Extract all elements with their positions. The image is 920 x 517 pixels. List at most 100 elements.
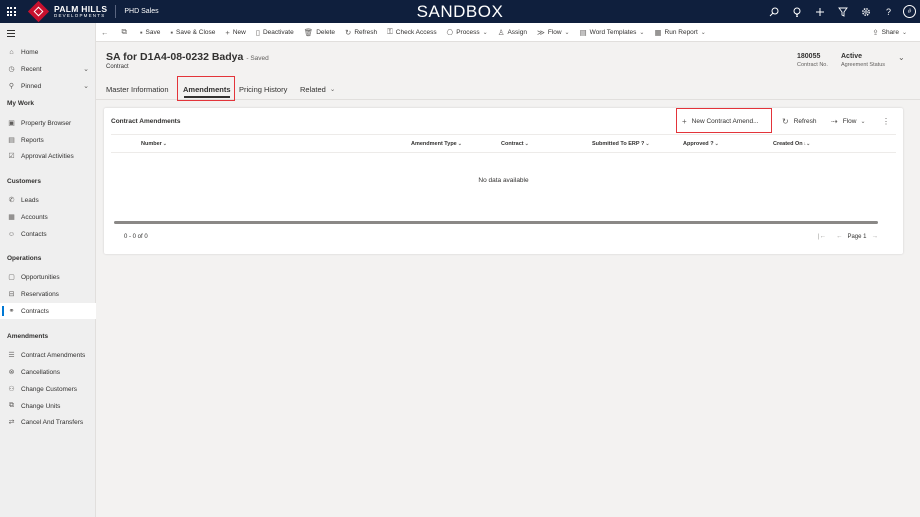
sidebar-item-change-customers[interactable]: ⚇ Change Customers bbox=[0, 381, 96, 397]
sidebar-group-my-work: My Work bbox=[7, 100, 34, 107]
sidebar-item-cancellations[interactable]: ⊗ Cancellations bbox=[0, 364, 96, 380]
brand-logo[interactable]: PALM HILLS DEVELOPMENTS bbox=[27, 0, 107, 23]
chevron-down-icon[interactable]: ⌄ bbox=[83, 82, 89, 90]
first-page-icon[interactable]: |← bbox=[818, 233, 826, 240]
previous-page-icon[interactable]: ← bbox=[836, 233, 843, 240]
more-vertical-icon: ⋮ bbox=[882, 117, 890, 126]
tab-related[interactable]: Related ⌄ bbox=[300, 78, 335, 100]
settings-button[interactable] bbox=[854, 0, 877, 23]
refresh-icon: ↻ bbox=[782, 117, 789, 126]
approval-icon: ☑ bbox=[8, 153, 15, 160]
app-launcher-button[interactable] bbox=[0, 0, 22, 23]
pager: |← ← Page 1 → bbox=[813, 233, 883, 240]
chevron-down-icon[interactable]: ⌄ bbox=[83, 65, 89, 73]
quick-create-button[interactable] bbox=[808, 0, 831, 23]
chevron-down-icon: ⌄ bbox=[860, 119, 866, 125]
save-status: - Saved bbox=[246, 55, 269, 62]
refresh-button[interactable]: ↻ Refresh bbox=[340, 23, 382, 42]
sidebar-item-contracts[interactable]: ⚭ Contracts bbox=[0, 303, 96, 319]
sidebar-item-accounts[interactable]: ▦ Accounts bbox=[0, 209, 96, 225]
tab-master-information[interactable]: Master Information bbox=[106, 78, 169, 100]
advanced-find-button[interactable] bbox=[831, 0, 854, 23]
open-new-window-button[interactable]: ⧉ bbox=[117, 23, 135, 42]
reservation-icon: ⊟ bbox=[8, 291, 15, 298]
assistant-button[interactable] bbox=[785, 0, 808, 23]
new-button[interactable]: + New bbox=[220, 23, 250, 42]
plus-icon: + bbox=[225, 27, 230, 37]
check-access-button[interactable]: ⚿ Check Access bbox=[382, 23, 442, 42]
column-created-on[interactable]: Created On↓⌄ bbox=[773, 141, 810, 147]
next-page-icon[interactable]: → bbox=[872, 233, 879, 240]
browser-icon: ▣ bbox=[8, 120, 15, 127]
share-icon: ⇪ bbox=[872, 28, 879, 37]
record-title: SA for D1A4-08-0232 Badya - Saved bbox=[106, 51, 269, 63]
chevron-down-icon: ⌄ bbox=[901, 30, 907, 36]
amendments-tab-highlight bbox=[177, 76, 235, 101]
document-icon: ▢ bbox=[8, 274, 15, 281]
horizontal-scrollbar[interactable] bbox=[114, 221, 878, 224]
column-amendment-type[interactable]: Amendment Type⌄ bbox=[411, 141, 462, 147]
phone-icon: ✆ bbox=[8, 197, 15, 204]
sidebar-item-contacts[interactable]: ☺ Contacts bbox=[0, 226, 96, 242]
user-avatar[interactable]: # bbox=[903, 5, 916, 18]
back-button[interactable]: ← bbox=[96, 23, 117, 42]
delete-button[interactable]: 🗑 Delete bbox=[299, 23, 340, 42]
assign-button[interactable]: ♙ Assign bbox=[493, 23, 532, 42]
command-bar: ← ⧉ ▪ Save ▪ Save & Close + New ▯ Deactivate… bbox=[96, 23, 920, 42]
sidebar-item-opportunities[interactable]: ▢ Opportunities bbox=[0, 269, 96, 285]
deactivate-button[interactable]: ▯ Deactivate bbox=[251, 23, 299, 42]
brand-diamond-icon bbox=[27, 0, 50, 23]
column-submitted-to-erp[interactable]: Submitted To ERP ?⌄ bbox=[592, 141, 650, 147]
record-entity: Contract bbox=[106, 64, 129, 70]
column-number[interactable]: Number⌄ bbox=[141, 141, 167, 147]
chevron-down-icon: ⌄ bbox=[162, 141, 167, 147]
header-field-agreement-status: Active Agreement Status bbox=[841, 53, 886, 68]
clock-icon: ◷ bbox=[8, 66, 15, 73]
subgrid-refresh-button[interactable]: ↻ Refresh bbox=[782, 115, 816, 128]
sidebar-item-pinned[interactable]: ⚲ Pinned ⌄ bbox=[0, 78, 96, 94]
sort-descending-icon: ↓⌄ bbox=[803, 141, 811, 147]
header-expand-chevron-icon[interactable]: ⌄ bbox=[898, 53, 905, 62]
sidebar-item-contract-amendments[interactable]: ☰ Contract Amendments bbox=[0, 347, 96, 363]
share-button[interactable]: ⇪ Share ⌄ bbox=[867, 23, 912, 42]
refresh-icon: ↻ bbox=[345, 27, 352, 37]
trash-icon: 🗑 bbox=[303, 27, 314, 37]
subgrid-flow-button[interactable]: ⇢ Flow ⌄ bbox=[831, 115, 865, 128]
save-close-button[interactable]: ▪ Save & Close bbox=[165, 23, 220, 42]
sidebar-item-change-units[interactable]: ⧉ Change Units bbox=[0, 398, 96, 414]
hamburger-icon[interactable] bbox=[7, 30, 15, 39]
contact-icon: ☺ bbox=[7, 230, 16, 238]
search-button[interactable] bbox=[762, 0, 785, 23]
sidebar-item-recent[interactable]: ◷ Recent ⌄ bbox=[0, 61, 96, 77]
sidebar-item-leads[interactable]: ✆ Leads bbox=[0, 192, 96, 208]
chevron-down-icon: ⌄ bbox=[457, 141, 462, 147]
sidebar-item-cancel-and-transfers[interactable]: ⇄ Cancel And Transfers bbox=[0, 414, 96, 430]
sidebar-item-home[interactable]: ⌂ Home bbox=[0, 44, 96, 60]
sidebar-item-property-browser[interactable]: ▣ Property Browser bbox=[0, 115, 96, 131]
sidebar-group-amendments: Amendments bbox=[7, 333, 49, 340]
save-button[interactable]: ▪ Save bbox=[135, 23, 166, 42]
process-button[interactable]: ⎔ Process ⌄ bbox=[442, 23, 493, 42]
app-name[interactable]: PHD Sales bbox=[124, 8, 158, 15]
arrow-left-icon: ← bbox=[101, 27, 109, 37]
record-count: 0 - 0 of 0 bbox=[124, 234, 148, 240]
sidebar-group-operations: Operations bbox=[7, 255, 42, 262]
building-icon: ▦ bbox=[8, 214, 15, 221]
deactivate-icon: ▯ bbox=[255, 27, 260, 37]
brand-subtitle: DEVELOPMENTS bbox=[54, 13, 106, 18]
sidebar-item-reports[interactable]: ▤ Reports bbox=[0, 132, 96, 148]
run-report-button[interactable]: ▦ Run Report ⌄ bbox=[649, 23, 710, 42]
page-label: Page 1 bbox=[847, 233, 867, 240]
flow-button[interactable]: ≫ Flow ⌄ bbox=[532, 23, 575, 42]
word-templates-button[interactable]: ▤ Word Templates ⌄ bbox=[575, 23, 650, 42]
app-divider bbox=[115, 5, 117, 18]
column-approved[interactable]: Approved ?⌄ bbox=[683, 141, 719, 147]
tab-pricing-history[interactable]: Pricing History bbox=[239, 78, 287, 100]
sidebar-item-approval-activities[interactable]: ☑ Approval Activities bbox=[0, 148, 96, 164]
filter-icon bbox=[837, 7, 848, 17]
column-contract[interactable]: Contract⌄ bbox=[501, 141, 529, 147]
help-button[interactable]: ? bbox=[877, 0, 900, 23]
chevron-down-icon: ⌄ bbox=[524, 141, 529, 147]
sidebar-item-reservations[interactable]: ⊟ Reservations bbox=[0, 286, 96, 302]
subgrid-more-button[interactable]: ⋮ bbox=[882, 115, 890, 128]
